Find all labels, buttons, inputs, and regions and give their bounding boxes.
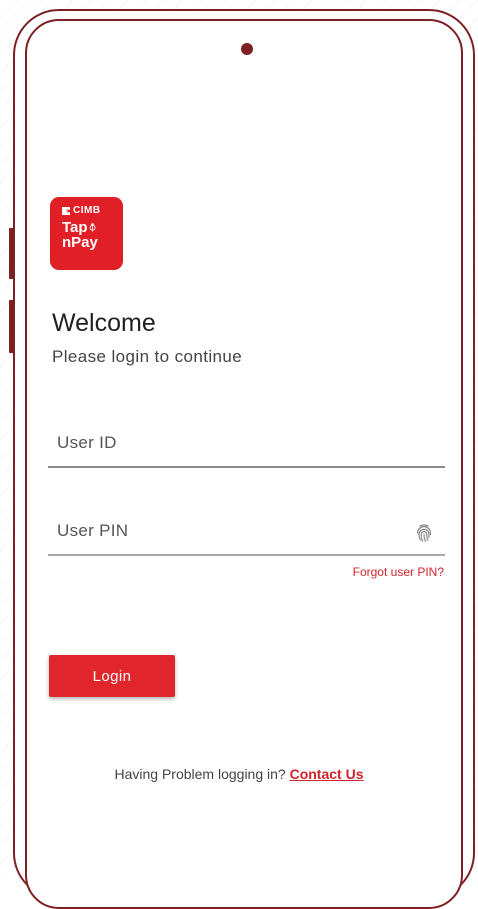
logo-pay-text: nPay [62,234,98,251]
camera-icon [241,43,253,55]
user-id-field[interactable]: User ID [48,424,445,468]
contactless-icon: ⦽ [89,222,96,232]
logo-brand-text: CIMB [73,205,101,216]
login-subtitle: Please login to continue [52,347,243,366]
cimb-mark-icon [62,207,70,215]
user-pin-field[interactable]: User PIN [48,512,445,556]
welcome-title: Welcome [52,309,156,337]
contact-us-link[interactable]: Contact Us [290,766,364,782]
user-pin-placeholder: User PIN [57,521,129,540]
login-button[interactable]: Login [49,655,175,697]
help-text: Having Problem logging in? [114,766,286,782]
logo-tap-text: Tap [62,219,88,236]
user-id-placeholder: User ID [57,433,117,452]
help-line: Having Problem logging in? Contact Us [0,766,478,782]
app-logo: CIMB Tap ⦽ nPay [50,197,123,270]
forgot-pin-link[interactable]: Forgot user PIN? [353,565,444,579]
fingerprint-icon[interactable] [413,520,435,546]
